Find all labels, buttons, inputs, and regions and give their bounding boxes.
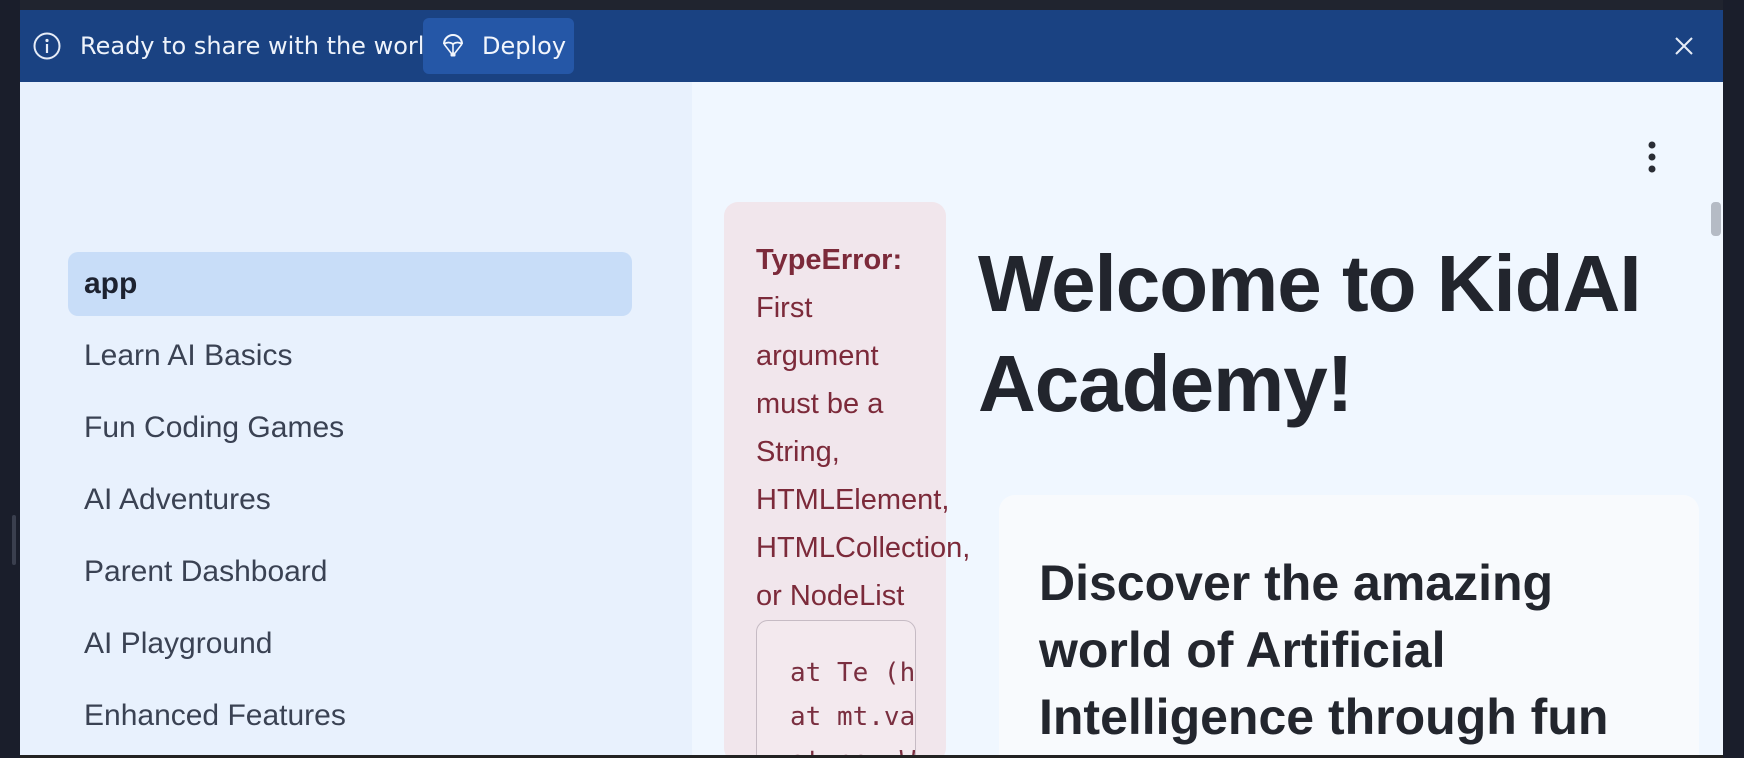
card-heading: Discover the amazing world of Artificial… (1039, 550, 1679, 751)
app-window: Ready to share with the world? Deploy ap… (20, 10, 1723, 755)
error-line: must be a (756, 388, 884, 420)
error-type: TypeError: (756, 244, 903, 276)
error-message: TypeError: First argument must be a Stri… (756, 236, 986, 620)
error-line: HTMLCollection, (756, 532, 971, 564)
deploy-banner: Ready to share with the world? Deploy (20, 10, 1723, 82)
parachute-icon (443, 34, 463, 57)
intro-card: Discover the amazing world of Artificial… (999, 495, 1699, 755)
sidebar-item-parent-dashboard[interactable]: Parent Dashboard (68, 540, 632, 604)
window-top-edge (0, 0, 1744, 10)
resize-handle[interactable] (12, 515, 16, 565)
error-line: String, (756, 436, 840, 468)
deploy-label: Deploy (482, 32, 567, 60)
stack-line: at new W (790, 745, 915, 755)
more-options-icon[interactable] (1647, 140, 1657, 174)
stack-line: at Te (h (790, 658, 916, 688)
card-heading-line: Discover the amazing (1039, 555, 1554, 611)
error-line: or NodeList (756, 580, 905, 612)
stack-trace[interactable]: at Te (h at mt.va at new W (756, 620, 916, 755)
banner-message: Ready to share with the world? (80, 32, 453, 60)
left-gutter (0, 0, 20, 758)
page-title-line: Welcome to KidAI (978, 239, 1642, 328)
close-icon[interactable] (1672, 34, 1696, 58)
page-title-line: Academy! (978, 339, 1353, 428)
page-title: Welcome to KidAI Academy! (978, 234, 1718, 434)
right-gutter (1723, 0, 1744, 758)
stack-line: at mt.va (790, 702, 916, 732)
sidebar-item-ai-adventures[interactable]: AI Adventures (68, 468, 632, 532)
sidebar: app Learn AI Basics Fun Coding Games AI … (20, 82, 692, 755)
error-line: First (756, 292, 813, 324)
info-icon (33, 32, 61, 60)
sidebar-item-enhanced-features[interactable]: Enhanced Features (68, 684, 632, 748)
error-alert: TypeError: First argument must be a Stri… (724, 202, 970, 755)
error-line: HTMLElement, (756, 484, 950, 516)
main-content: TypeError: First argument must be a Stri… (692, 82, 1723, 755)
card-heading-line: Intelligence through fun (1039, 689, 1609, 745)
sidebar-item-app[interactable]: app (68, 252, 632, 316)
card-heading-line: world of Artificial (1039, 622, 1446, 678)
sidebar-item-fun-coding-games[interactable]: Fun Coding Games (68, 396, 632, 460)
deploy-button[interactable]: Deploy (423, 18, 574, 74)
error-line: argument (756, 340, 879, 372)
scrollbar-thumb[interactable] (1711, 202, 1721, 236)
sidebar-item-ai-playground[interactable]: AI Playground (68, 612, 632, 676)
sidebar-item-learn-ai-basics[interactable]: Learn AI Basics (68, 324, 632, 388)
